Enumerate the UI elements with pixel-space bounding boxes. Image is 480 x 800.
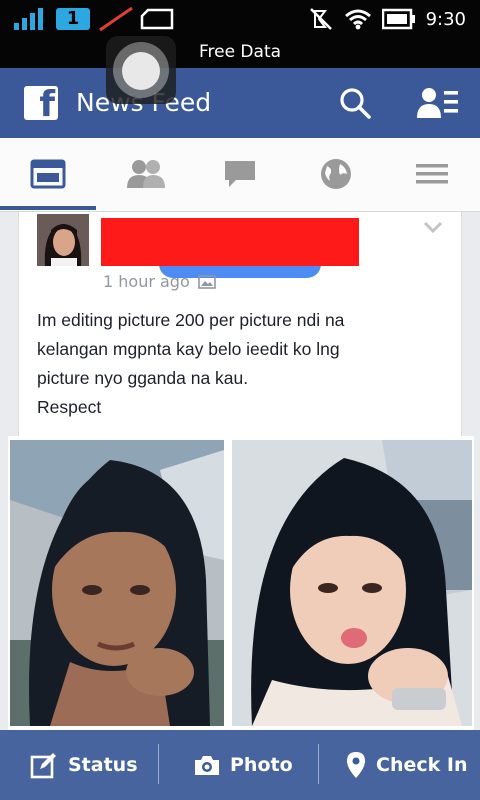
photo-button-label: Photo bbox=[230, 754, 293, 776]
status-bar: 1 9:30 bbox=[0, 0, 480, 38]
post-photo[interactable] bbox=[8, 436, 474, 730]
clock: 9:30 bbox=[425, 8, 466, 30]
divider bbox=[318, 744, 319, 784]
globe-icon bbox=[321, 159, 351, 189]
audience-icon[interactable] bbox=[197, 274, 216, 289]
author-name-redaction bbox=[101, 218, 359, 266]
battery-icon bbox=[381, 8, 415, 30]
assistive-touch-button[interactable] bbox=[106, 36, 176, 104]
divider bbox=[158, 744, 159, 784]
app-screen: 1 9:30 Free Data f News Feed 1 hour ago … bbox=[0, 0, 480, 800]
check-in-button-label: Check In bbox=[376, 754, 468, 776]
after-photo bbox=[232, 440, 472, 726]
photo-button[interactable]: Photo bbox=[194, 730, 293, 800]
tab-bar bbox=[0, 138, 480, 212]
post-timestamp: 1 hour ago bbox=[103, 272, 216, 291]
signal-icon bbox=[14, 8, 43, 30]
tab-messages[interactable] bbox=[192, 138, 288, 210]
menu-icon bbox=[416, 164, 448, 184]
sim-slot-badge: 1 bbox=[56, 8, 90, 30]
wifi-icon bbox=[344, 9, 371, 30]
location-pin-icon bbox=[347, 752, 365, 778]
post-text-line: kelangan mgpnta kay belo ieedit ko lng bbox=[37, 339, 340, 359]
mute-icon bbox=[309, 8, 332, 30]
composer-bar: Status Photo Check In bbox=[0, 730, 480, 800]
post-text-line: Respect bbox=[37, 397, 102, 417]
friends-icon bbox=[127, 160, 165, 188]
status-button-label: Status bbox=[68, 754, 138, 776]
screen-icon bbox=[140, 8, 174, 30]
facebook-logo-icon[interactable]: f bbox=[24, 86, 58, 123]
no-signal-icon bbox=[99, 6, 133, 32]
search-icon[interactable] bbox=[338, 86, 372, 120]
camera-icon bbox=[195, 756, 219, 775]
chevron-down-icon[interactable] bbox=[423, 220, 443, 234]
friend-requests-icon[interactable] bbox=[416, 86, 460, 120]
status-button[interactable]: Status bbox=[30, 730, 138, 800]
post-text-line: Im editing picture 200 per picture ndi n… bbox=[37, 310, 345, 330]
post-text-line: picture nyo gganda na kau. bbox=[37, 368, 249, 388]
status-bar-right: 9:30 bbox=[308, 6, 466, 32]
edit-icon bbox=[30, 753, 56, 779]
active-tab-indicator bbox=[0, 206, 96, 210]
post-card: 1 hour ago Im editing picture 200 per pi… bbox=[18, 212, 462, 440]
news-feed-icon bbox=[30, 159, 66, 189]
timestamp-text: 1 hour ago bbox=[103, 272, 190, 291]
app-header: f News Feed bbox=[0, 68, 480, 138]
tab-news-feed[interactable] bbox=[0, 138, 96, 210]
free-data-label: Free Data bbox=[198, 42, 282, 62]
free-data-banner: Free Data bbox=[0, 38, 480, 68]
chat-icon bbox=[225, 161, 255, 187]
before-photo bbox=[10, 440, 224, 726]
avatar[interactable] bbox=[37, 214, 89, 266]
tab-more[interactable] bbox=[384, 138, 480, 210]
post-message: Im editing picture 200 per picture ndi n… bbox=[37, 306, 447, 422]
tab-friends[interactable] bbox=[96, 138, 192, 210]
tab-notifications[interactable] bbox=[288, 138, 384, 210]
check-in-button[interactable]: Check In bbox=[346, 730, 467, 800]
